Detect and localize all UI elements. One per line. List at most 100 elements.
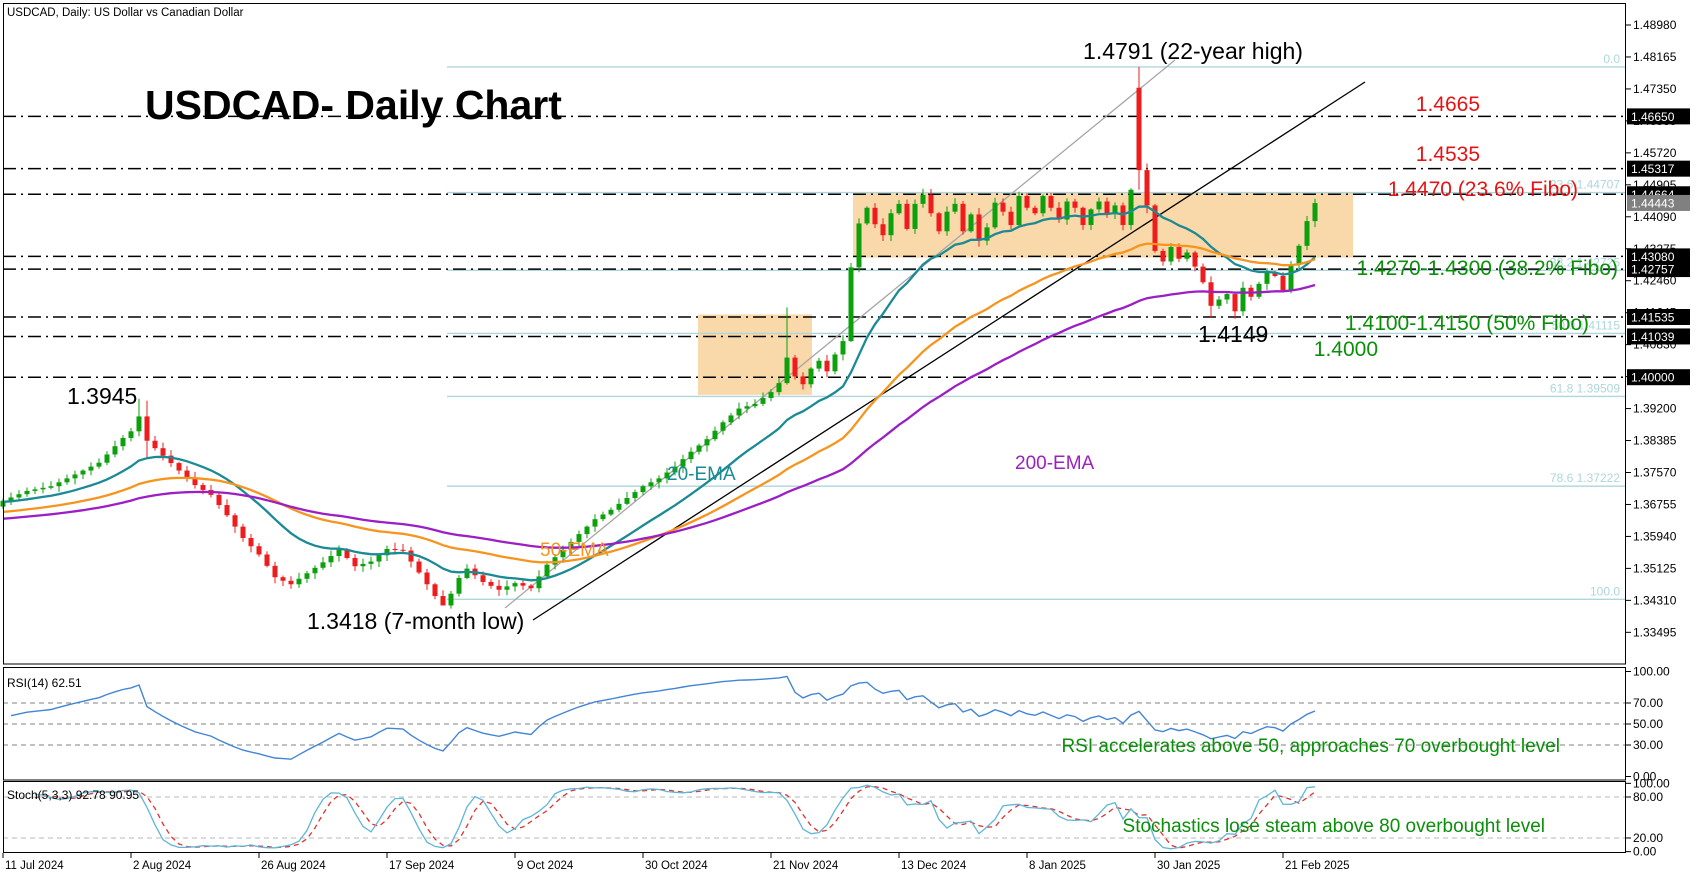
candle-bull bbox=[889, 213, 894, 235]
candle-bull bbox=[89, 467, 94, 471]
candle-bear bbox=[1049, 196, 1054, 208]
candle-bear bbox=[233, 515, 238, 526]
date-axis-label: 30 Jan 2025 bbox=[1157, 860, 1220, 872]
candle-bull bbox=[17, 494, 22, 497]
candle-bear bbox=[441, 596, 446, 605]
candle-bull bbox=[865, 208, 870, 224]
candle-bear bbox=[257, 546, 262, 554]
candle-bull bbox=[729, 415, 734, 422]
candle-bull bbox=[737, 409, 742, 416]
candle-bull bbox=[721, 422, 726, 430]
candle-bull bbox=[537, 576, 542, 588]
candle-bear bbox=[873, 208, 878, 224]
candle-bull bbox=[897, 204, 902, 213]
trendline bbox=[533, 82, 1365, 620]
candle-bull bbox=[81, 471, 86, 475]
candle-bull bbox=[337, 550, 342, 556]
candle-bull bbox=[1289, 264, 1294, 290]
candle-bear bbox=[409, 551, 414, 562]
candle-bear bbox=[1177, 247, 1182, 259]
candle-bull bbox=[1313, 203, 1318, 221]
candle-bear bbox=[793, 358, 798, 377]
candle-bull bbox=[921, 195, 926, 204]
candle-bull bbox=[1305, 221, 1310, 246]
support-label-14270: 1.4270-1.4300 (38.2% Fibo) bbox=[1356, 257, 1618, 280]
stoch-axis-label: 100.00 bbox=[1633, 776, 1670, 790]
candle-bull bbox=[65, 478, 70, 482]
candle-bear bbox=[417, 562, 422, 573]
badge-label: 1.41535 bbox=[1631, 310, 1675, 324]
rsi-axis-label: 50.00 bbox=[1633, 717, 1663, 731]
candle-bull bbox=[689, 452, 694, 459]
candle-bear bbox=[1137, 88, 1142, 170]
candle-bull bbox=[841, 341, 846, 354]
candle-bear bbox=[1233, 294, 1238, 311]
fib-label: 78.6 1.37222 bbox=[1550, 471, 1620, 485]
rsi-note: RSI accelerates above 50, approaches 70 … bbox=[1061, 736, 1560, 757]
candle-bull bbox=[505, 586, 510, 589]
candle-bear bbox=[161, 448, 166, 455]
candle-bull bbox=[641, 486, 646, 492]
stoch-axis-label: 0.00 bbox=[1633, 845, 1657, 859]
candle-bear bbox=[529, 586, 534, 589]
rsi-axis-label: 30.00 bbox=[1633, 738, 1663, 752]
date-axis-label: 21 Nov 2024 bbox=[773, 860, 839, 872]
candle-bear bbox=[1209, 282, 1214, 306]
date-axis-label: 30 Oct 2024 bbox=[645, 860, 708, 872]
candle-bear bbox=[273, 566, 278, 577]
price-axis-label: 1.47350 bbox=[1633, 82, 1677, 96]
candle-bear bbox=[241, 527, 246, 538]
badge-label: 1.46650 bbox=[1631, 110, 1675, 124]
candle-bear bbox=[145, 416, 150, 440]
candle-bull bbox=[753, 404, 758, 406]
candle-bear bbox=[801, 376, 806, 384]
candle-bear bbox=[481, 575, 486, 582]
candle-bear bbox=[153, 441, 158, 448]
candle-bull bbox=[993, 203, 998, 228]
candle-bear bbox=[353, 558, 358, 566]
candle-bull bbox=[121, 438, 126, 446]
candle-bear bbox=[177, 463, 182, 470]
candle-bear bbox=[1193, 252, 1198, 266]
candle-bear bbox=[1105, 201, 1110, 213]
candle-bear bbox=[225, 505, 230, 515]
badge-label: 1.45317 bbox=[1631, 162, 1675, 176]
candle-bull bbox=[657, 478, 662, 482]
candle-bull bbox=[73, 474, 78, 478]
candle-bear bbox=[937, 213, 942, 231]
price-axis-label: 1.48980 bbox=[1633, 18, 1677, 32]
candle-bear bbox=[1145, 170, 1150, 205]
candle-bull bbox=[633, 492, 638, 498]
candle-bull bbox=[1169, 247, 1174, 262]
candle-bear bbox=[977, 214, 982, 240]
candle-bull bbox=[457, 578, 462, 594]
ema50-label: 50-EMA bbox=[540, 540, 609, 561]
candle-bear bbox=[217, 495, 222, 505]
fib-label: 100.0 bbox=[1590, 584, 1620, 598]
candle-bull bbox=[769, 392, 774, 398]
chart-canvas[interactable]: 0.023.6 1.4470738.2 1.4272550.0 1.411156… bbox=[0, 0, 1696, 877]
candle-bull bbox=[449, 594, 454, 606]
candle-bull bbox=[129, 431, 134, 438]
candle-bear bbox=[1001, 203, 1006, 212]
badge-label: 1.44443 bbox=[1631, 196, 1675, 210]
fib-label: 61.8 1.39509 bbox=[1550, 381, 1620, 395]
chart-title: USDCAD- Daily Chart bbox=[145, 82, 562, 128]
candle-bull bbox=[945, 212, 950, 232]
candle-bull bbox=[713, 431, 718, 439]
candle-bear bbox=[1073, 201, 1078, 207]
candle-bull bbox=[913, 204, 918, 229]
chart-window: 0.023.6 1.4470738.2 1.4272550.0 1.411156… bbox=[0, 0, 1696, 877]
candle-bear bbox=[881, 224, 886, 235]
candle-bull bbox=[1241, 288, 1246, 312]
candle-bull bbox=[609, 510, 614, 515]
candle-bull bbox=[649, 482, 654, 486]
candle-bear bbox=[289, 581, 294, 585]
candle-bull bbox=[585, 527, 590, 534]
price-axis-label: 1.45720 bbox=[1633, 146, 1677, 160]
candle-bull bbox=[1297, 246, 1302, 264]
badge-label: 1.42757 bbox=[1631, 263, 1675, 277]
candle-bull bbox=[1225, 294, 1230, 299]
candle-bear bbox=[433, 584, 438, 596]
candle-bull bbox=[57, 482, 62, 486]
